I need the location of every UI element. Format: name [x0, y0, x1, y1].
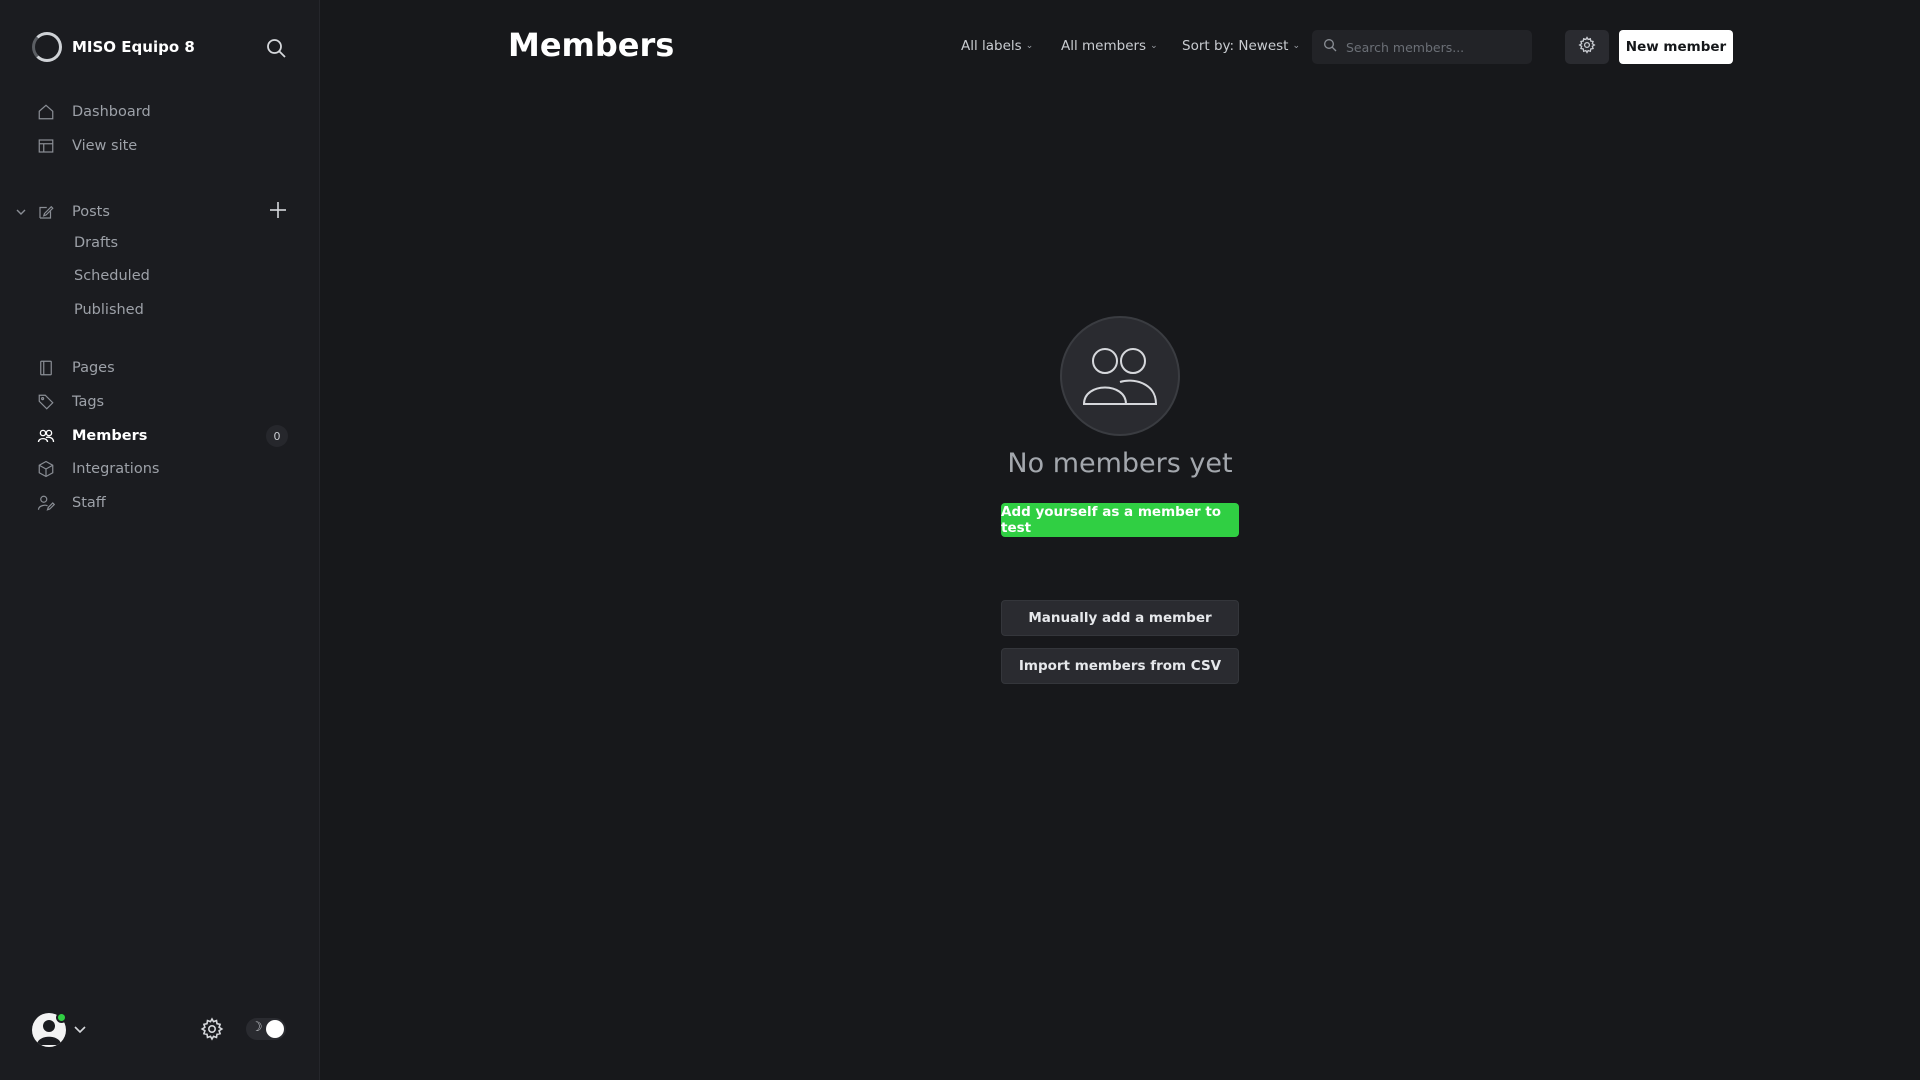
- sidebar-item-tags[interactable]: Tags: [36, 390, 104, 414]
- sidebar: MISO Equipo 8 Dashboard View site Posts …: [0, 0, 320, 1080]
- sidebar-item-published[interactable]: Published: [74, 302, 144, 324]
- labels-filter-label: All labels: [961, 38, 1022, 54]
- members-count-badge: 0: [266, 425, 288, 447]
- staff-icon: [36, 493, 56, 513]
- new-member-button[interactable]: New member: [1619, 30, 1733, 64]
- members-filter-label: All members: [1061, 38, 1147, 54]
- sidebar-item-label: Pages: [72, 360, 115, 376]
- search-icon: [1322, 37, 1338, 57]
- sort-label: Sort by: Newest: [1182, 38, 1289, 54]
- page-title: Members: [508, 26, 675, 64]
- members-icon: [36, 426, 56, 446]
- sidebar-item-members[interactable]: Members: [36, 424, 147, 448]
- settings-gear-icon[interactable]: [200, 1017, 224, 1041]
- sidebar-item-label: Dashboard: [72, 104, 151, 120]
- online-status-dot: [56, 1012, 67, 1023]
- brand[interactable]: MISO Equipo 8: [32, 32, 195, 62]
- sidebar-item-label: Staff: [72, 495, 106, 511]
- manually-add-member-button[interactable]: Manually add a member: [1001, 600, 1239, 636]
- sidebar-item-label: Integrations: [72, 461, 160, 477]
- sidebar-item-drafts[interactable]: Drafts: [74, 235, 118, 257]
- chevron-down-icon: ⌄: [1025, 41, 1034, 51]
- members-filter-dropdown[interactable]: All members ⌄: [1061, 38, 1158, 54]
- empty-state-title: No members yet: [1007, 448, 1233, 479]
- chevron-down-icon: ⌄: [1150, 41, 1158, 51]
- members-settings-button[interactable]: [1565, 30, 1609, 64]
- dark-mode-toggle[interactable]: ☽: [246, 1018, 286, 1040]
- chevron-down-icon[interactable]: [14, 204, 28, 218]
- sidebar-item-staff[interactable]: Staff: [36, 491, 106, 515]
- import-csv-button[interactable]: Import members from CSV: [1001, 648, 1239, 684]
- add-yourself-button[interactable]: Add yourself as a member to test: [1001, 503, 1239, 537]
- sidebar-item-label: Members: [72, 428, 148, 444]
- sidebar-item-integrations[interactable]: Integrations: [36, 457, 159, 481]
- gear-icon: [1578, 36, 1596, 58]
- layout-icon: [36, 136, 56, 156]
- new-post-plus-icon[interactable]: [268, 200, 288, 220]
- sort-dropdown[interactable]: Sort by: Newest ⌄: [1182, 38, 1300, 54]
- search-icon[interactable]: [264, 36, 288, 60]
- sidebar-item-label: Tags: [72, 394, 105, 410]
- site-logo-icon: [32, 32, 62, 62]
- site-name: MISO Equipo 8: [72, 38, 195, 56]
- sidebar-item-view-site[interactable]: View site: [36, 134, 137, 158]
- chevron-down-icon: ⌄: [1292, 41, 1301, 51]
- members-empty-icon: [1060, 316, 1180, 436]
- page-icon: [36, 358, 56, 378]
- home-icon: [36, 102, 56, 122]
- moon-icon: ☽: [251, 1020, 263, 1035]
- search-members-box[interactable]: [1312, 30, 1532, 64]
- sidebar-item-scheduled[interactable]: Scheduled: [74, 268, 150, 290]
- labels-filter-dropdown[interactable]: All labels ⌄: [961, 38, 1033, 54]
- search-members-input[interactable]: [1346, 39, 1526, 55]
- box-icon: [36, 459, 56, 479]
- sidebar-item-label: View site: [72, 138, 138, 154]
- sidebar-item-posts[interactable]: Posts: [36, 200, 110, 224]
- sidebar-item-pages[interactable]: Pages: [36, 356, 115, 380]
- tag-icon: [36, 392, 56, 412]
- sidebar-item-label: Posts: [72, 204, 110, 220]
- toggle-knob: [266, 1020, 284, 1038]
- sidebar-item-dashboard[interactable]: Dashboard: [36, 100, 151, 124]
- edit-icon: [36, 202, 56, 222]
- chevron-down-icon[interactable]: [72, 1021, 88, 1037]
